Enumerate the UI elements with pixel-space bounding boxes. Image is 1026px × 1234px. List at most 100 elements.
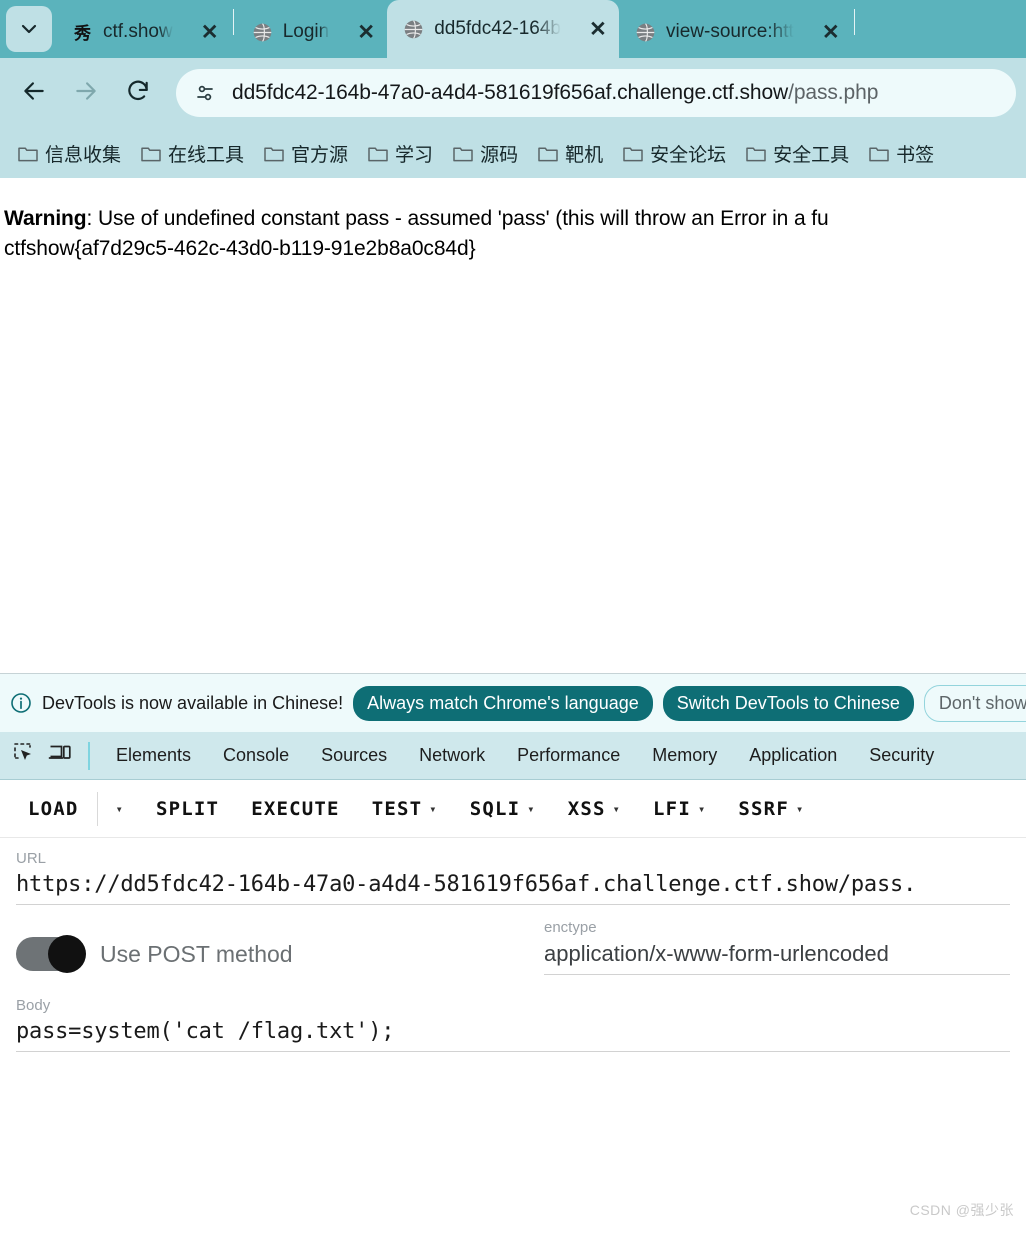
devtools-panel: DevTools is now available in Chinese! Al…	[0, 673, 1026, 1052]
hackbar-ssrf-label: SSRF	[738, 797, 789, 820]
devtools-tab-network[interactable]: Network	[403, 745, 501, 766]
hackbar-load-dropdown[interactable]: ▾	[100, 803, 140, 815]
browser-window: 秀 ctf.show ✕ Login ✕ dd5fdc42-164b ✕ vie…	[0, 0, 1026, 1234]
chevron-down-icon: ▾	[795, 801, 805, 816]
hackbar-load-button[interactable]: LOAD	[12, 798, 95, 820]
back-button[interactable]	[10, 69, 58, 117]
url-input[interactable]: https://dd5fdc42-164b-47a0-a4d4-581619f6…	[16, 872, 1010, 905]
bookmark-folder[interactable]: 靶机	[528, 136, 613, 171]
ctfshow-logo-icon: 秀	[72, 22, 93, 43]
tab-close-button[interactable]: ✕	[818, 19, 844, 45]
bookmarks-bar: 信息收集 在线工具 官方源 学习 源码 靶机 安全论坛 安全工具 书签	[0, 128, 1026, 178]
devtools-tab-sources[interactable]: Sources	[305, 745, 403, 766]
devtools-tab-security[interactable]: Security	[853, 745, 950, 766]
bookmark-folder[interactable]: 书签	[859, 136, 944, 171]
browser-tab-challenge-active[interactable]: dd5fdc42-164b ✕	[387, 0, 619, 58]
hackbar-lfi-menu[interactable]: LFI ▾	[637, 798, 722, 820]
hackbar-sqli-label: SQLI	[469, 797, 521, 820]
forward-button[interactable]	[62, 69, 110, 117]
tab-divider	[853, 9, 855, 35]
bookmark-folder[interactable]: 源码	[443, 136, 528, 171]
globe-icon	[252, 22, 273, 43]
enctype-input[interactable]: application/x-www-form-urlencoded	[544, 941, 1010, 975]
switch-devtools-language-button[interactable]: Switch DevTools to Chinese	[662, 685, 914, 721]
hackbar-action-toolbar: LOAD ▾ SPLIT EXECUTE TEST ▾ SQLI ▾ XSS ▾…	[0, 780, 1026, 838]
devtools-tab-memory[interactable]: Memory	[636, 745, 733, 766]
folder-icon	[623, 146, 643, 161]
hackbar-test-menu[interactable]: TEST ▾	[356, 798, 454, 820]
hackbar-xss-label: XSS	[567, 797, 606, 820]
hackbar-test-label: TEST	[371, 797, 423, 820]
chevron-down-icon: ▾	[527, 801, 536, 816]
folder-icon	[18, 146, 38, 161]
chevron-down-icon: ▾	[697, 801, 707, 816]
always-match-language-button[interactable]: Always match Chrome's language	[353, 685, 653, 721]
body-field-label: Body	[16, 997, 51, 1014]
hackbar-sqli-menu[interactable]: SQLI ▾	[454, 798, 552, 820]
bookmark-folder[interactable]: 信息收集	[8, 136, 131, 171]
bookmark-label: 官方源	[291, 144, 349, 166]
tab-title: ctf.show	[103, 21, 173, 42]
folder-icon	[368, 146, 388, 161]
inspect-element-icon	[12, 741, 36, 770]
bookmark-folder[interactable]: 学习	[358, 136, 443, 171]
bookmark-folder[interactable]: 在线工具	[131, 136, 254, 171]
hackbar-ssrf-menu[interactable]: SSRF ▾	[722, 798, 820, 820]
bookmark-folder[interactable]: 官方源	[254, 136, 358, 171]
devtools-tab-elements[interactable]: Elements	[100, 745, 207, 766]
navigation-toolbar: dd5fdc42-164b-47a0-a4d4-581619f656af.cha…	[0, 58, 1026, 128]
hackbar-execute-button[interactable]: EXECUTE	[235, 798, 355, 820]
url-field-label: URL	[16, 850, 47, 867]
tab-search-button[interactable]	[6, 6, 52, 52]
globe-icon	[403, 19, 424, 40]
hackbar-enctype-field: enctype application/x-www-form-urlencode…	[544, 919, 1010, 975]
bookmark-folder[interactable]: 安全论坛	[613, 136, 736, 171]
info-icon	[10, 692, 32, 714]
device-toolbar-button[interactable]	[42, 738, 78, 774]
address-bar-text: dd5fdc42-164b-47a0-a4d4-581619f656af.cha…	[232, 81, 878, 105]
toggle-knob	[48, 935, 86, 973]
reload-icon	[125, 78, 151, 109]
folder-icon	[746, 146, 766, 161]
tab-close-button[interactable]: ✕	[197, 19, 223, 45]
reload-button[interactable]	[114, 69, 162, 117]
bookmark-label: 书签	[896, 144, 935, 166]
hackbar-xss-menu[interactable]: XSS ▾	[552, 798, 637, 820]
devtools-tab-bar: Elements Console Sources Network Perform…	[0, 732, 1026, 780]
address-bar[interactable]: dd5fdc42-164b-47a0-a4d4-581619f656af.cha…	[176, 69, 1016, 117]
inspect-element-button[interactable]	[6, 738, 42, 774]
bookmark-folder[interactable]: 安全工具	[736, 136, 859, 171]
devtools-tab-application[interactable]: Application	[733, 745, 853, 766]
dismiss-notice-button[interactable]: Don't show	[923, 684, 1026, 722]
hackbar-url-field: URL https://dd5fdc42-164b-47a0-a4d4-5816…	[0, 838, 1026, 905]
enctype-field-label: enctype	[544, 919, 597, 936]
toolbar-divider	[96, 791, 98, 826]
site-settings-tune-icon[interactable]	[192, 80, 218, 106]
devtools-tab-console[interactable]: Console	[207, 745, 305, 766]
browser-tab-login[interactable]: Login ✕	[236, 6, 388, 58]
bookmark-label: 在线工具	[168, 144, 245, 166]
chevron-down-icon: ▾	[429, 801, 438, 816]
bookmark-label: 安全论坛	[650, 144, 727, 166]
tab-close-button[interactable]: ✕	[585, 16, 611, 42]
globe-icon	[635, 22, 656, 43]
bookmark-label: 安全工具	[773, 144, 850, 166]
device-toolbar-icon	[48, 741, 72, 770]
folder-icon	[453, 146, 473, 161]
browser-tab-ctfshow[interactable]: 秀 ctf.show ✕	[56, 6, 231, 58]
bookmark-label: 靶机	[565, 144, 604, 166]
bookmark-label: 学习	[395, 144, 434, 166]
tab-title: view-source:htt	[665, 21, 794, 42]
warning-body: : Use of undefined constant pass - assum…	[86, 207, 829, 230]
warning-label: Warning	[4, 207, 87, 230]
tab-close-button[interactable]: ✕	[353, 19, 379, 45]
use-post-method-control[interactable]: Use POST method	[16, 935, 544, 975]
bookmark-label: 源码	[480, 144, 519, 166]
tab-title: dd5fdc42-164b	[434, 18, 561, 39]
devtools-tab-performance[interactable]: Performance	[501, 745, 636, 766]
body-input[interactable]: pass=system('cat /flag.txt');	[16, 1019, 1010, 1052]
hackbar-split-button[interactable]: SPLIT	[140, 798, 235, 820]
bookmark-label: 信息收集	[45, 144, 122, 166]
browser-tab-view-source[interactable]: view-source:htt ✕	[619, 6, 852, 58]
post-method-toggle[interactable]	[16, 935, 86, 973]
